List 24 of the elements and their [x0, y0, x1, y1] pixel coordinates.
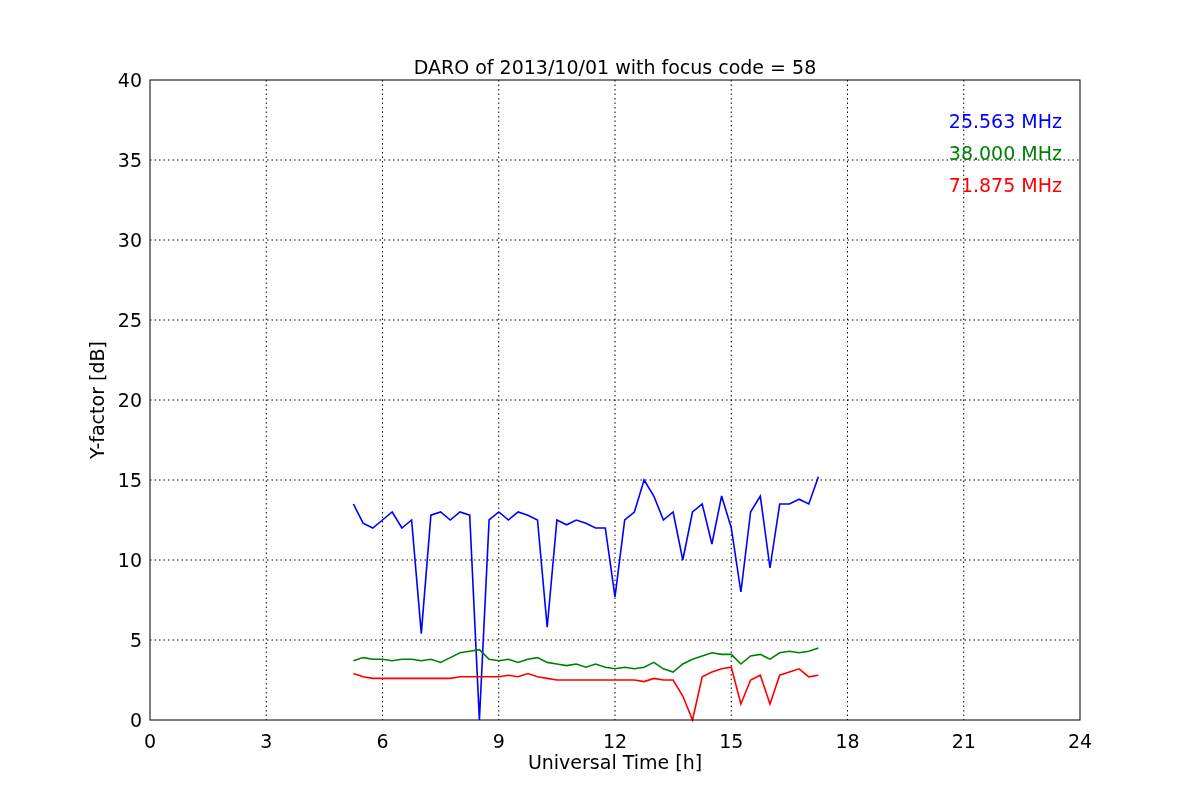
x-tick-label: 12 [602, 730, 628, 752]
y-tick-label: 15 [117, 469, 142, 491]
y-tick-label: 0 [129, 709, 142, 731]
chart-title: DARO of 2013/10/01 with focus code = 58 [413, 56, 817, 78]
x-tick-label: 18 [835, 730, 860, 752]
y-tick-label: 5 [129, 629, 142, 651]
y-tick-label: 30 [117, 229, 142, 251]
y-axis-label: Y-factor [dB] [86, 341, 108, 459]
y-tick-label: 25 [117, 309, 142, 331]
x-tick-label: 3 [260, 730, 273, 752]
legend-label: 71.875 MHz [948, 174, 1062, 196]
y-tick-label: 35 [117, 149, 142, 171]
x-tick-label: 21 [951, 730, 976, 752]
x-tick-label: 9 [492, 730, 505, 752]
legend-label: 25.563 MHz [948, 110, 1062, 132]
x-tick-label: 6 [376, 730, 389, 752]
x-tick-label: 0 [143, 730, 157, 752]
x-axis-label: Universal Time [h] [527, 751, 703, 773]
y-tick-label: 40 [117, 69, 142, 91]
x-tick-label: 24 [1067, 730, 1093, 752]
x-tick-label: 15 [719, 730, 744, 752]
y-tick-label: 10 [117, 549, 142, 571]
legend-label: 38.000 MHz [948, 142, 1062, 164]
y-tick-label: 20 [117, 389, 142, 411]
